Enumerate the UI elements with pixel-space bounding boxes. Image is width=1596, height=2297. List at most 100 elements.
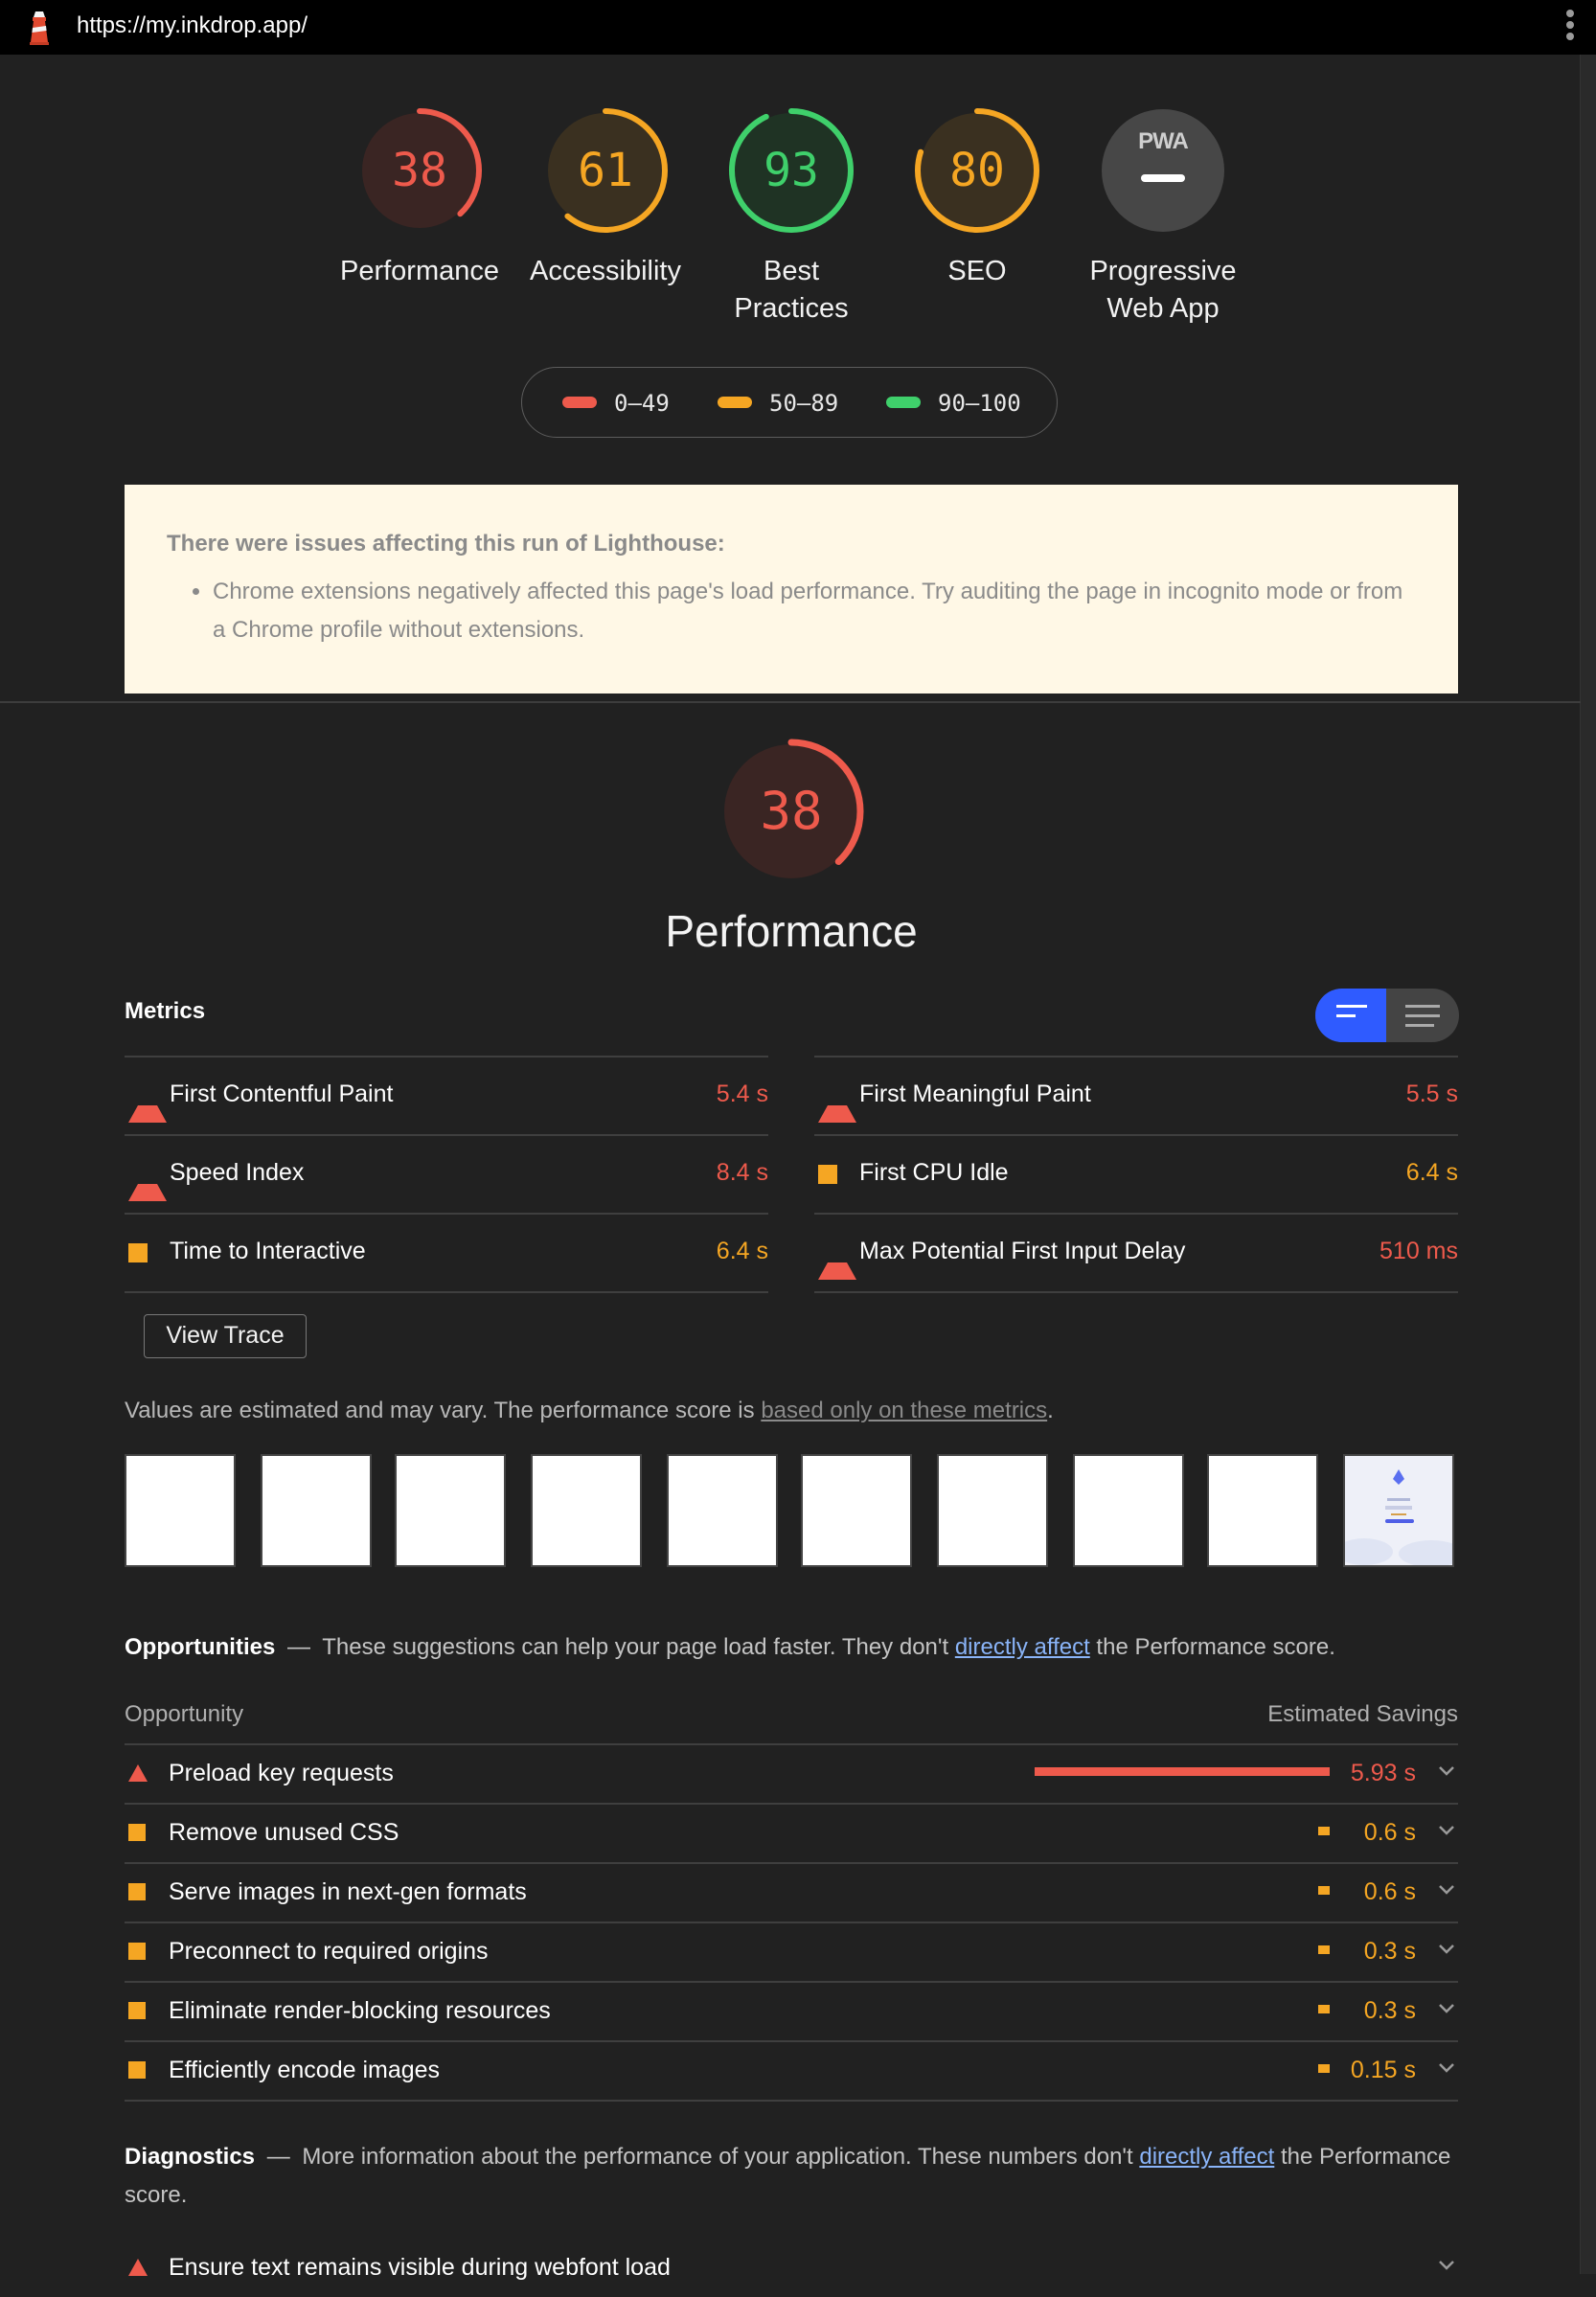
gauge-label: SEO xyxy=(947,256,1007,286)
metric-value: 5.5 s xyxy=(1405,1080,1458,1107)
chevron-down-icon[interactable] xyxy=(1437,1820,1456,1839)
diagnostics-title: Diagnostics xyxy=(125,2144,256,2170)
compact-list-icon xyxy=(1336,1005,1367,1024)
fail-triangle-icon xyxy=(128,1764,148,1782)
opportunity-name: Preconnect to required origins xyxy=(169,1938,489,1965)
savings-bar xyxy=(1318,1827,1330,1835)
average-square-icon xyxy=(128,1943,146,1960)
gauge-accessibility[interactable]: 61 Accessibility xyxy=(519,107,692,290)
average-square-icon xyxy=(128,1824,146,1841)
filmstrip-frame xyxy=(667,1454,778,1567)
savings-bar xyxy=(1318,1886,1330,1895)
opportunity-savings: 0.6 s xyxy=(1363,1878,1416,1905)
diagnostics-header: Diagnostics — More information about the… xyxy=(125,2144,1451,2208)
opportunity-name: Eliminate render-blocking resources xyxy=(169,1997,551,2024)
diagnostic-row[interactable]: Ensure text remains visible during webfo… xyxy=(125,2238,1458,2297)
opportunity-name: Serve images in next-gen formats xyxy=(169,1878,527,1905)
average-square-icon xyxy=(128,1243,148,1262)
more-menu-icon[interactable] xyxy=(1565,10,1575,44)
gauge-performance[interactable]: 38 Performance xyxy=(333,107,506,290)
average-square-icon xyxy=(128,2061,146,2079)
warning-title: There were issues affecting this run of … xyxy=(167,531,725,557)
metric-name: First Contentful Paint xyxy=(170,1080,394,1107)
chevron-down-icon[interactable] xyxy=(1437,1939,1456,1958)
filmstrip-frame-loaded xyxy=(1335,1454,1464,1567)
gauge-score: 80 xyxy=(949,144,1005,197)
metric-row: First Contentful Paint 5.4 s xyxy=(125,1056,768,1134)
chevron-down-icon[interactable] xyxy=(1437,1879,1456,1899)
scrollbar[interactable] xyxy=(1580,55,1596,2274)
metric-value: 6.4 s xyxy=(716,1238,768,1264)
legend-average: 50–89 xyxy=(718,389,838,418)
metric-row: Time to Interactive 6.4 s xyxy=(125,1213,768,1293)
chevron-down-icon[interactable] xyxy=(1437,2058,1456,2077)
opportunity-row[interactable]: Preconnect to required origins 0.3 s xyxy=(125,1922,1458,1983)
savings-bar xyxy=(1318,2005,1330,2013)
metrics-note: Values are estimated and may vary. The p… xyxy=(125,1398,1054,1423)
warning-item: Chrome extensions negatively affected th… xyxy=(213,573,1416,649)
page-thumbnail-icon xyxy=(1335,1469,1464,1567)
gauge-seo[interactable]: 80 SEO xyxy=(891,107,1063,290)
diagnostics-learn-link[interactable]: directly affect xyxy=(1139,2144,1274,2170)
metric-name: Time to Interactive xyxy=(170,1238,366,1264)
fail-triangle-icon xyxy=(818,1086,856,1123)
metrics-column-right: First Meaningful Paint 5.5 s First CPU I… xyxy=(814,1056,1458,1293)
opportunity-row[interactable]: Efficiently encode images 0.15 s xyxy=(125,2040,1458,2102)
section-divider xyxy=(0,701,1581,703)
opportunities-header: Opportunities — These suggestions can he… xyxy=(125,1634,1335,1660)
metrics-calculator-link[interactable]: based only on these metrics xyxy=(761,1398,1047,1423)
pwa-badge-icon: PWA xyxy=(1138,128,1189,154)
diagnostic-name: Ensure text remains visible during webfo… xyxy=(169,2254,671,2281)
opportunities-learn-link[interactable]: directly affect xyxy=(955,1634,1090,1660)
average-square-icon xyxy=(128,1883,146,1900)
savings-bar xyxy=(1318,2064,1330,2073)
metric-row: Max Potential First Input Delay 510 ms xyxy=(814,1213,1458,1293)
metric-row: First Meaningful Paint 5.5 s xyxy=(814,1056,1458,1134)
opportunity-row[interactable]: Serve images in next-gen formats 0.6 s xyxy=(125,1862,1458,1923)
address-bar-url[interactable]: https://my.inkdrop.app/ xyxy=(77,12,308,39)
average-square-icon xyxy=(818,1165,837,1184)
opportunity-row[interactable]: Eliminate render-blocking resources 0.3 … xyxy=(125,1981,1458,2042)
fail-triangle-icon xyxy=(818,1243,856,1280)
metric-value: 8.4 s xyxy=(716,1159,768,1186)
savings-bar xyxy=(1035,1767,1330,1776)
view-trace-button[interactable]: View Trace xyxy=(144,1314,307,1358)
gauge-score: 93 xyxy=(764,144,819,197)
opportunity-name: Efficiently encode images xyxy=(169,2057,441,2083)
opportunity-name: Remove unused CSS xyxy=(169,1819,399,1846)
gauge-label: Progressive Web App xyxy=(1089,256,1237,324)
legend-fail: 0–49 xyxy=(562,389,670,418)
opportunity-savings: 0.3 s xyxy=(1363,1938,1416,1965)
performance-title: Performance xyxy=(665,906,918,956)
chevron-down-icon[interactable] xyxy=(1437,2255,1456,2274)
opportunity-row[interactable]: Preload key requests 5.93 s xyxy=(125,1743,1458,1805)
savings-bar xyxy=(1318,1945,1330,1954)
filmstrip-frame xyxy=(261,1454,372,1567)
col-opportunity: Opportunity xyxy=(125,1701,244,1727)
metric-name: Speed Index xyxy=(170,1159,305,1186)
metric-name: First CPU Idle xyxy=(859,1159,1009,1186)
gauge-score: 38 xyxy=(392,144,447,197)
filmstrip-frame xyxy=(531,1454,642,1567)
filmstrip-frame xyxy=(1207,1454,1318,1567)
lighthouse-icon xyxy=(30,11,49,45)
expanded-list-icon[interactable] xyxy=(1405,1005,1440,1034)
gauge-label: Accessibility xyxy=(530,256,681,286)
performance-score: 38 xyxy=(760,781,823,841)
gauge-pwa[interactable]: PWA Progressive Web App xyxy=(1077,107,1249,328)
gauge-best-practices[interactable]: 93 Best Practices xyxy=(705,107,878,328)
metric-value: 6.4 s xyxy=(1405,1159,1458,1186)
metrics-view-toggle[interactable] xyxy=(1315,989,1459,1042)
metric-name: Max Potential First Input Delay xyxy=(859,1238,1186,1264)
opportunity-name: Preload key requests xyxy=(169,1760,394,1786)
legend-pass: 90–100 xyxy=(886,389,1021,418)
col-estimated-savings: Estimated Savings xyxy=(1267,1701,1458,1727)
toggle-compact-view[interactable] xyxy=(1315,989,1386,1042)
gauge-score: 61 xyxy=(578,144,633,197)
fail-triangle-icon xyxy=(128,1165,167,1201)
chevron-down-icon[interactable] xyxy=(1437,1761,1456,1780)
opportunity-row[interactable]: Remove unused CSS 0.6 s xyxy=(125,1803,1458,1864)
chevron-down-icon[interactable] xyxy=(1437,1998,1456,2017)
browser-toolbar: https://my.inkdrop.app/ xyxy=(0,0,1596,55)
metric-row: First CPU Idle 6.4 s xyxy=(814,1134,1458,1213)
